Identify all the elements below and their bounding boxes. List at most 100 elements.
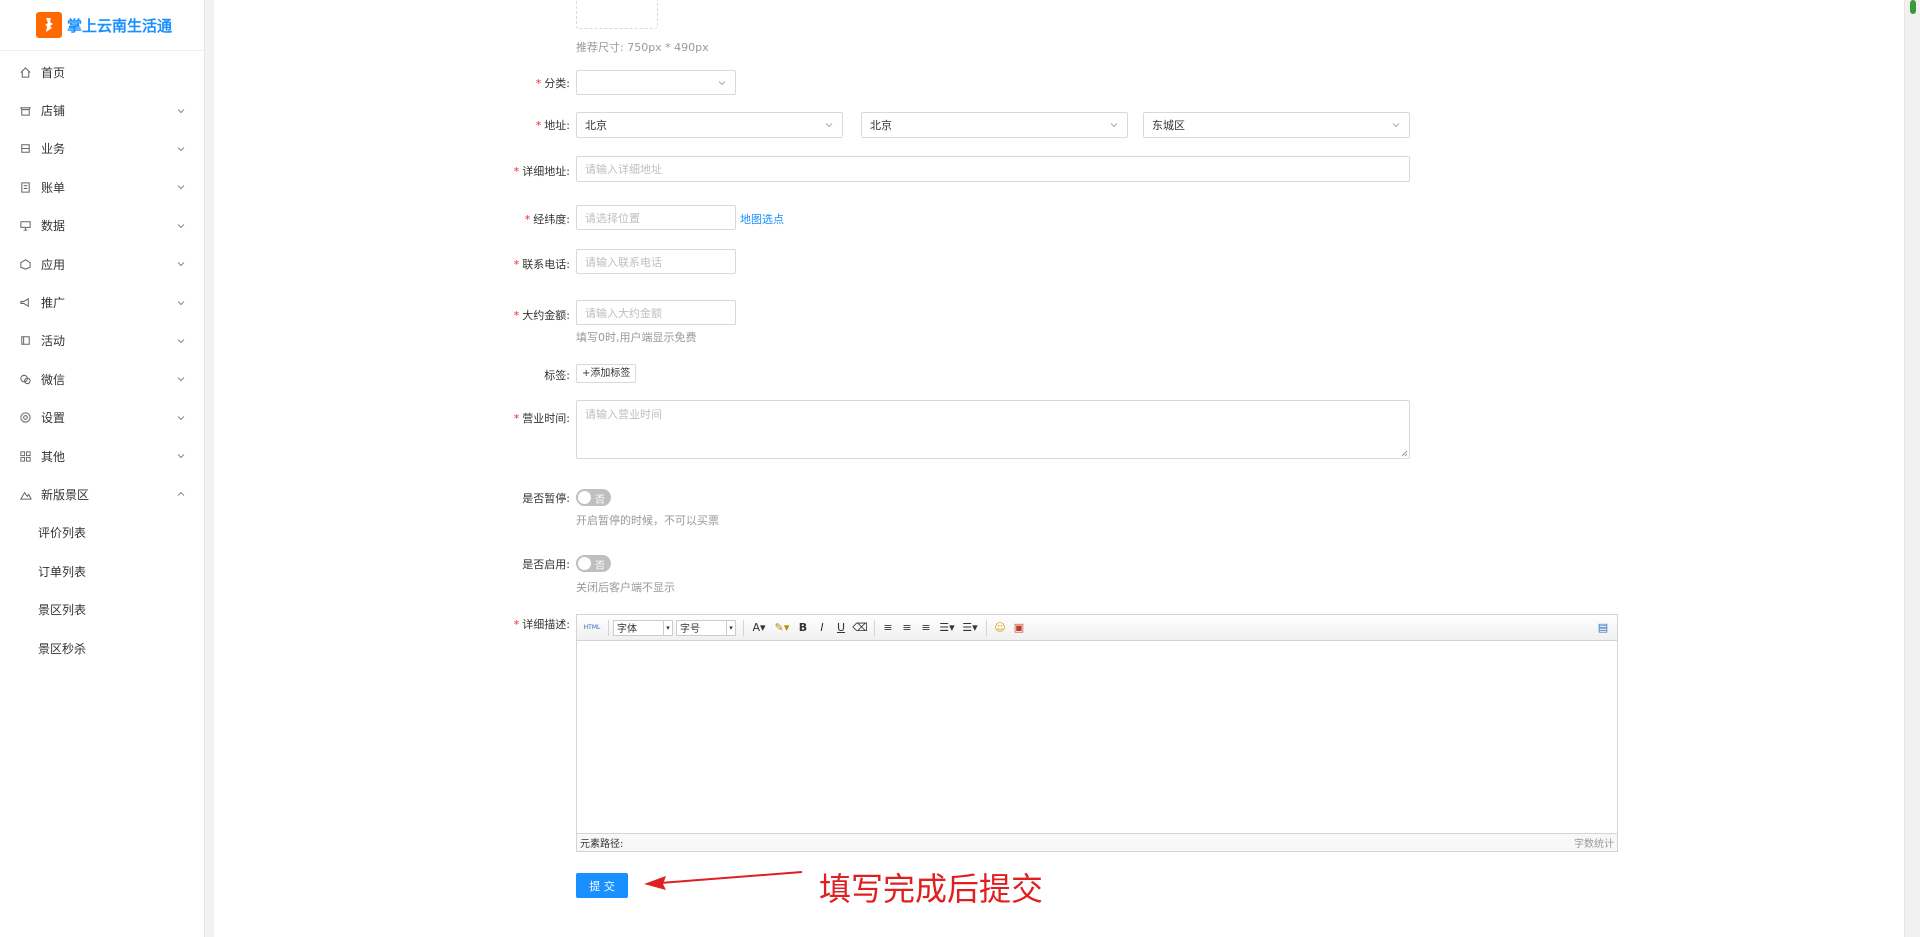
align-right-icon[interactable]: ≡ (917, 619, 935, 637)
annotation-text: 填写完成后提交 (819, 870, 1044, 908)
sidebar-item-label: 推广 (41, 296, 66, 311)
tags-label: 标签: (544, 369, 570, 382)
description-label: * 详细描述: (513, 618, 570, 631)
editor-toolbar: HTML 字体 ▾ 字号 ▾ A▾ ✎▾ B I U ⌫ ≡ ≡ ≡ ☰▾ ☰▾ ☺… (577, 615, 1617, 641)
hours-textarea[interactable]: 请输入营业时间 (576, 400, 1410, 459)
chevron-up-icon (176, 489, 186, 499)
chevron-down-icon (718, 80, 726, 85)
latlng-input[interactable]: 请选择位置 (576, 205, 736, 230)
sidebar-subitem-2[interactable]: 景区列表 (0, 590, 204, 628)
sidebar-subitem-1[interactable]: 订单列表 (0, 552, 204, 590)
toolbar-divider (874, 619, 875, 636)
sidebar-item-2[interactable]: 业务 (0, 130, 204, 168)
toolbar-divider (986, 619, 987, 636)
sidebar-item-label: 其他 (41, 449, 66, 464)
chevron-down-icon (176, 336, 186, 346)
image-size-hint: 推荐尺寸: 750px * 490px (576, 41, 709, 54)
sidebar-item-label: 微信 (41, 372, 66, 387)
annotation-arrow (644, 871, 803, 890)
logo-icon (36, 12, 62, 38)
chevron-down-icon (176, 413, 186, 423)
sidebar-item-6[interactable]: 推广 (0, 283, 204, 321)
sidebar-item-5[interactable]: 应用 (0, 245, 204, 283)
district-select[interactable]: 东城区 (1143, 112, 1410, 138)
home-icon (19, 66, 32, 79)
detail-address-input[interactable]: 请输入详细地址 (576, 156, 1410, 182)
html-source-button[interactable]: HTML (581, 619, 603, 637)
pause-hint: 开启暂停的时候，不可以买票 (576, 514, 719, 527)
align-center-icon[interactable]: ≡ (898, 619, 916, 637)
category-select[interactable] (576, 70, 736, 95)
rich-text-editor[interactable]: HTML 字体 ▾ 字号 ▾ A▾ ✎▾ B I U ⌫ ≡ ≡ ≡ ☰▾ ☰▾ ☺… (576, 614, 1618, 852)
toolbar-divider (608, 619, 609, 636)
submit-button[interactable]: 提 交 (576, 873, 628, 898)
align-left-icon[interactable]: ≡ (879, 619, 897, 637)
sidebar-item-label: 新版景区 (41, 487, 90, 502)
sidebar-item-label: 设置 (41, 411, 66, 426)
sidebar: 掌上云南生活通 首页店铺 业务账单数据应用推广活动微信设置其他新版景区评价列表 订单… (0, 0, 205, 937)
chevron-down-icon (1392, 123, 1400, 128)
sidebar-item-label: 数据 (41, 219, 66, 234)
highlight-color-icon[interactable]: ✎▾ (771, 619, 793, 637)
unordered-list-icon[interactable]: ☰▾ (959, 619, 981, 637)
sidebar-item-7[interactable]: 活动 (0, 322, 204, 360)
sidebar-item-11[interactable]: 新版景区 (0, 475, 204, 513)
element-path-label: 元素路径: (580, 839, 624, 850)
ordered-list-icon[interactable]: ☰▾ (936, 619, 958, 637)
enable-switch[interactable]: 否 (576, 555, 611, 572)
switch-state-text: 否 (595, 495, 605, 506)
sidebar-item-8[interactable]: 微信 (0, 360, 204, 398)
pause-switch[interactable]: 否 (576, 489, 611, 506)
image-insert-icon[interactable]: ▣ (1010, 619, 1028, 637)
sidebar-item-10[interactable]: 其他 (0, 437, 204, 475)
resize-handle-icon[interactable] (1401, 450, 1408, 457)
switch-knob (578, 491, 591, 504)
bold-icon[interactable]: B (794, 619, 812, 637)
chevron-down-icon (176, 221, 186, 231)
chevron-down-icon (1110, 123, 1118, 128)
image-upload-box[interactable] (576, 0, 658, 29)
enable-label: 是否启用: (522, 558, 570, 571)
font-family-select[interactable]: 字体 ▾ (613, 619, 673, 636)
sidebar-item-label: 活动 (41, 334, 66, 349)
bill-icon (19, 181, 32, 194)
grid-icon (19, 450, 32, 463)
toolbar-divider (743, 619, 744, 636)
font-color-icon[interactable]: A▾ (748, 619, 770, 637)
wechat-icon (19, 373, 32, 386)
page-scrollbar[interactable] (1904, 0, 1920, 937)
emoji-icon[interactable]: ☺ (991, 619, 1009, 637)
map-pick-link[interactable]: 地图选点 (740, 211, 784, 227)
hours-label: * 营业时间: (513, 412, 570, 425)
price-input[interactable]: 请输入大约金额 (576, 300, 736, 325)
chevron-down-icon (176, 144, 186, 154)
editor-body[interactable] (577, 641, 1617, 833)
switch-knob (578, 557, 591, 570)
sidebar-subitem-0[interactable]: 评价列表 (0, 514, 204, 552)
shop-icon (19, 104, 32, 117)
sidebar-subitem-3[interactable]: 景区秒杀 (0, 629, 204, 667)
sidebar-item-label: 账单 (41, 180, 66, 195)
sidebar-item-4[interactable]: 数据 (0, 207, 204, 245)
sidebar-item-0[interactable]: 首页 (0, 53, 204, 91)
underline-icon[interactable]: U (832, 619, 850, 637)
price-hint: 填写0时,用户端显示免费 (576, 331, 697, 344)
sidebar-item-1[interactable]: 店铺 (0, 91, 204, 129)
city-select[interactable]: 北京 (861, 112, 1128, 138)
sidebar-item-3[interactable]: 账单 (0, 168, 204, 206)
eraser-icon[interactable]: ⌫ (851, 619, 869, 637)
scrollbar-thumb[interactable] (1910, 0, 1916, 14)
sidebar-item-label: 首页 (41, 65, 66, 80)
fullscreen-icon[interactable]: ▤ (1594, 619, 1612, 637)
word-count-label: 字数统计 (1574, 839, 1614, 850)
data-icon (19, 219, 32, 232)
province-select[interactable]: 北京 (576, 112, 843, 138)
font-size-select[interactable]: 字号 ▾ (676, 619, 736, 636)
enable-hint: 关闭后客户端不显示 (576, 581, 675, 594)
sidebar-item-9[interactable]: 设置 (0, 399, 204, 437)
italic-icon[interactable]: I (813, 619, 831, 637)
logo[interactable]: 掌上云南生活通 (0, 0, 204, 51)
category-label: * 分类: (535, 77, 570, 90)
phone-input[interactable]: 请输入联系电话 (576, 249, 736, 274)
add-tag-button[interactable]: +添加标签 (576, 364, 637, 383)
